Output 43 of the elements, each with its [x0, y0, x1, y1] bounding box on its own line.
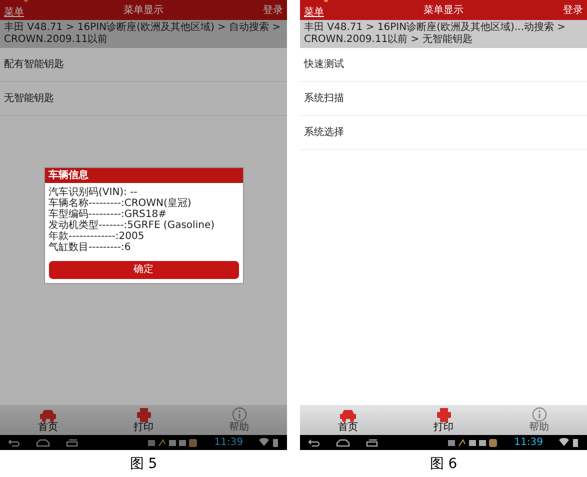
home-icon[interactable] [336, 438, 350, 446]
menu-item[interactable]: 无智能钥匙 [0, 82, 287, 116]
status-icons [148, 438, 198, 446]
breadcrumb: 丰田 V48.71 > 16PIN诊断座(欧洲及其他区域)...动搜索 > CROWN.2009.11以前 > 无智能钥匙 [300, 20, 587, 48]
menu-item[interactable]: 配有智能钥匙 [0, 48, 287, 82]
figure-caption: 图 6 [430, 455, 458, 474]
info-line: 年款-------------:2005 [48, 230, 146, 242]
login-link[interactable]: 登录 [263, 2, 283, 18]
nav-button[interactable]: 打印 [96, 405, 192, 435]
screen-title: 菜单显示 [424, 4, 464, 18]
menu-item[interactable]: 快速测试 [300, 48, 587, 82]
recent-apps-icon[interactable] [66, 438, 78, 446]
back-icon[interactable] [8, 438, 20, 446]
menu-item[interactable]: 系统扫描 [300, 82, 587, 116]
ok-button[interactable]: 确定 [48, 260, 238, 278]
menu-link[interactable]: 菜单 [4, 7, 24, 18]
info-line: 车辆名称---------:CROWN(皇冠) [48, 198, 192, 208]
login-link[interactable]: 登录 [563, 2, 583, 18]
menu-link[interactable]: 菜单 [304, 7, 324, 18]
nav-button[interactable]: 首页 [0, 405, 96, 435]
info-line: 气缸数目---------:6 [48, 242, 132, 252]
car-icon [338, 408, 357, 422]
nav-button[interactable]: 首页 [300, 405, 396, 435]
status-icons [448, 438, 498, 446]
wifi-battery-icon [559, 438, 579, 447]
info-icon [232, 407, 247, 422]
dialog-title: 车辆信息 [44, 168, 242, 182]
screen-title: 菜单显示 [124, 4, 164, 18]
back-icon[interactable] [308, 438, 320, 446]
clock: 11:39 [514, 436, 543, 448]
nav-button[interactable]: 打印 [396, 405, 492, 435]
breadcrumb: 丰田 V48.71 > 16PIN诊断座(欧洲及其他区域) > 自动搜索 > CROWN.2009.11以前 [0, 20, 287, 48]
wifi-battery-icon [259, 438, 279, 447]
clock: 11:39 [214, 436, 243, 448]
info-line: 车型编码---------:GRS18# [48, 208, 168, 220]
car-icon [38, 408, 57, 422]
menu-item[interactable]: 系统选择 [300, 116, 587, 150]
figure-caption: 图 5 [130, 455, 158, 474]
info-line: 汽车识别码(VIN): -- [48, 186, 138, 198]
info-line: 发动机类型-------:5GRFE (Gasoline) [48, 220, 216, 230]
recent-apps-icon[interactable] [366, 438, 378, 446]
info-icon [532, 407, 547, 422]
home-icon[interactable] [36, 438, 50, 446]
